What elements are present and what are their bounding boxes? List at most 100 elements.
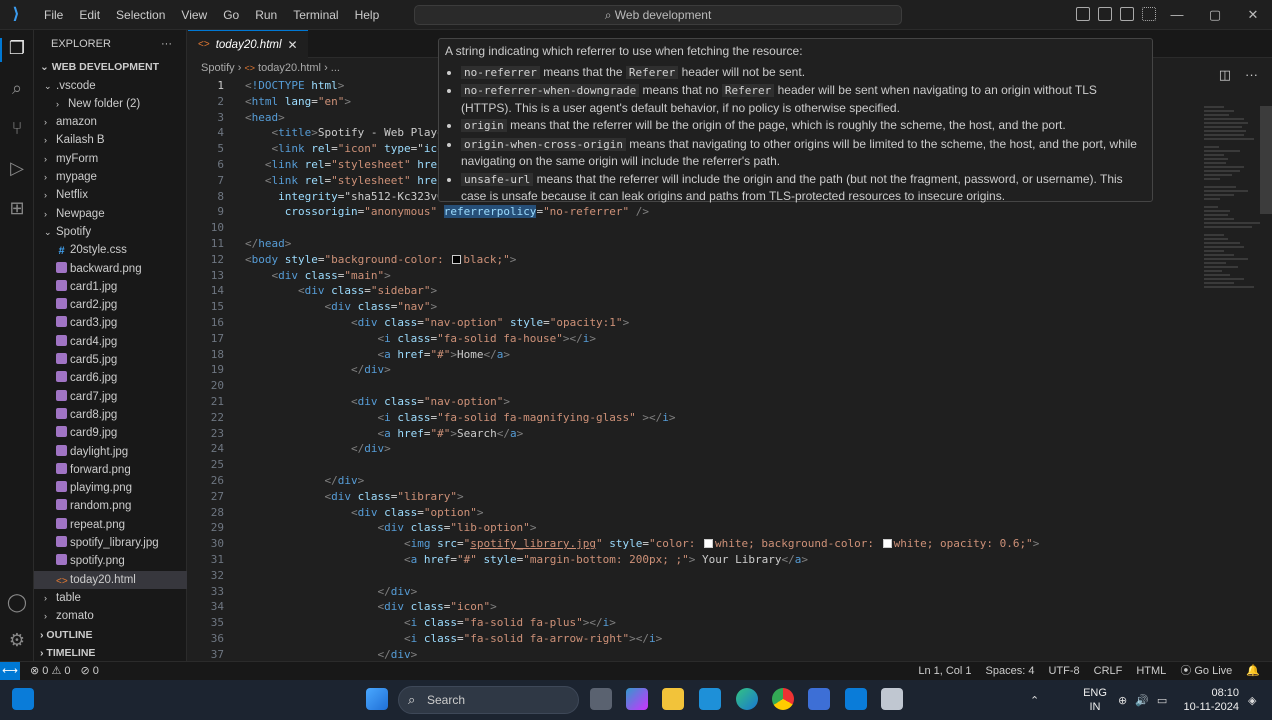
tree-folder[interactable]: ⌄ Spotify bbox=[34, 223, 187, 241]
code-line[interactable]: <div class="main"> bbox=[245, 268, 391, 284]
start-windows-icon[interactable] bbox=[366, 688, 388, 710]
menu-edit[interactable]: Edit bbox=[71, 0, 108, 30]
tree-file[interactable]: random.png bbox=[34, 497, 187, 515]
tree-folder[interactable]: › amazon bbox=[34, 113, 187, 131]
breadcrumb-folder[interactable]: Spotify bbox=[201, 62, 235, 74]
code-line[interactable]: <body style="background-color: black;"> bbox=[245, 252, 516, 268]
code-line[interactable]: <img src="spotify_library.jpg" style="co… bbox=[245, 536, 1039, 552]
code-line[interactable]: crossorigin="anonymous" referrerpolicy="… bbox=[245, 204, 649, 220]
remote-indicator-icon[interactable]: ⟷ bbox=[0, 662, 20, 681]
tray-overflow-icon[interactable]: ⌃ bbox=[1030, 680, 1039, 720]
toggle-secondary-sidebar-icon[interactable] bbox=[1120, 7, 1134, 21]
tree-file[interactable]: card4.jpg bbox=[34, 333, 187, 351]
code-line[interactable]: <head> bbox=[245, 110, 285, 126]
code-line[interactable]: <title>Spotify - Web Playe bbox=[245, 125, 444, 141]
code-line[interactable]: <div class="option"> bbox=[245, 505, 483, 521]
widgets-icon[interactable] bbox=[12, 688, 34, 710]
store-icon[interactable] bbox=[808, 688, 830, 710]
problems-indicator[interactable]: ⊗ 0 ⚠ 0 bbox=[30, 662, 71, 681]
source-control-icon[interactable]: ⑂ bbox=[5, 116, 29, 140]
code-line[interactable]: <i class="fa-solid fa-plus"></i> bbox=[245, 615, 616, 631]
timeline-section[interactable]: › TIMELINE bbox=[34, 644, 187, 662]
tree-file[interactable]: card1.jpg bbox=[34, 278, 187, 296]
split-editor-icon[interactable]: ◫ bbox=[1219, 67, 1231, 83]
close-window-icon[interactable]: ✕ bbox=[1234, 0, 1272, 30]
language-indicator[interactable]: ENG IN bbox=[1083, 686, 1107, 714]
code-line[interactable]: <a href="#">Search</a> bbox=[245, 426, 523, 442]
code-line[interactable]: <link rel="stylesheet" href bbox=[245, 173, 444, 189]
code-line[interactable]: <div class="icon"> bbox=[245, 599, 496, 615]
manage-gear-icon[interactable]: ⚙ bbox=[5, 628, 29, 652]
command-center[interactable]: ⌕ Web development bbox=[414, 5, 902, 25]
line-ending[interactable]: CRLF bbox=[1094, 662, 1123, 681]
code-line[interactable]: </head> bbox=[245, 236, 291, 252]
account-icon[interactable]: ◯ bbox=[5, 590, 29, 614]
snipping-tool-icon[interactable] bbox=[881, 688, 903, 710]
code-line[interactable]: <link rel="stylesheet" href bbox=[245, 157, 444, 173]
taskbar-search[interactable]: ⌕ Search bbox=[398, 686, 579, 714]
menu-run[interactable]: Run bbox=[247, 0, 285, 30]
menu-help[interactable]: Help bbox=[347, 0, 388, 30]
code-line[interactable]: <html lang="en"> bbox=[245, 94, 351, 110]
tree-file[interactable]: spotify.png bbox=[34, 552, 187, 570]
indentation[interactable]: Spaces: 4 bbox=[986, 662, 1035, 681]
code-line[interactable]: </div> bbox=[245, 362, 391, 378]
tree-file[interactable]: repeat.png bbox=[34, 516, 187, 534]
close-tab-icon[interactable]: ✕ bbox=[288, 31, 298, 59]
editor-scrollbar[interactable] bbox=[1260, 106, 1272, 214]
tree-folder[interactable]: ⌄ .vscode bbox=[34, 77, 187, 95]
maximize-icon[interactable]: ▢ bbox=[1196, 0, 1234, 30]
notifications-bell-icon[interactable]: 🔔 bbox=[1246, 662, 1260, 681]
code-line[interactable]: <link rel="icon" type="ico bbox=[245, 141, 444, 157]
tree-file[interactable]: card9.jpg bbox=[34, 424, 187, 442]
code-line[interactable]: <div class="library"> bbox=[245, 489, 463, 505]
tree-folder[interactable]: › New folder (2) bbox=[34, 95, 187, 113]
toggle-primary-sidebar-icon[interactable] bbox=[1076, 7, 1090, 21]
tree-file[interactable]: card6.jpg bbox=[34, 369, 187, 387]
code-line[interactable]: </div> bbox=[245, 473, 364, 489]
menu-view[interactable]: View bbox=[173, 0, 215, 30]
toggle-panel-icon[interactable] bbox=[1098, 7, 1112, 21]
breadcrumb-file[interactable]: today20.html bbox=[258, 62, 321, 74]
code-line[interactable]: <i class="fa-solid fa-house"></i> bbox=[245, 331, 596, 347]
more-actions-icon[interactable]: ··· bbox=[161, 30, 172, 58]
tree-folder[interactable]: › mypage bbox=[34, 168, 187, 186]
run-debug-icon[interactable]: ▷ bbox=[5, 156, 29, 180]
tree-file[interactable]: card5.jpg bbox=[34, 351, 187, 369]
explorer-icon[interactable]: ❐ bbox=[5, 36, 29, 60]
tree-file[interactable]: #20style.css bbox=[34, 241, 187, 259]
mail-icon[interactable] bbox=[699, 688, 721, 710]
tree-file[interactable]: card8.jpg bbox=[34, 406, 187, 424]
code-line[interactable]: integrity="sha512-Kc323vG bbox=[245, 189, 444, 205]
system-tray[interactable]: ⊕ 🔊 ▭ bbox=[1118, 680, 1167, 720]
code-line[interactable]: </div> bbox=[245, 584, 417, 600]
go-live-button[interactable]: ⦿ Go Live bbox=[1180, 662, 1232, 681]
notification-center-icon[interactable]: ◈ bbox=[1248, 680, 1256, 720]
editor-more-icon[interactable]: ··· bbox=[1245, 67, 1258, 83]
menu-go[interactable]: Go bbox=[215, 0, 247, 30]
code-line[interactable]: <div class="nav"> bbox=[245, 299, 437, 315]
cursor-position[interactable]: Ln 1, Col 1 bbox=[918, 662, 971, 681]
tree-folder[interactable]: › table bbox=[34, 589, 187, 607]
tree-file[interactable]: forward.png bbox=[34, 461, 187, 479]
code-line[interactable]: </div> bbox=[245, 441, 391, 457]
minimap[interactable] bbox=[1204, 106, 1264, 336]
encoding[interactable]: UTF-8 bbox=[1048, 662, 1079, 681]
tree-file[interactable]: <> today20.html bbox=[34, 570, 187, 589]
code-line[interactable]: <i class="fa-solid fa-arrow-right"></i> bbox=[245, 631, 662, 647]
tree-file[interactable]: backward.png bbox=[34, 260, 187, 278]
tab-today20-html[interactable]: <> today20.html ✕ bbox=[188, 30, 308, 58]
ports-indicator[interactable]: ⊘ 0 bbox=[81, 662, 99, 681]
code-line[interactable]: <!DOCTYPE html> bbox=[245, 78, 344, 94]
breadcrumb-symbol[interactable]: ... bbox=[331, 62, 340, 74]
clock[interactable]: 08:10 10-11-2024 bbox=[1183, 686, 1239, 714]
tree-folder[interactable]: › Newpage bbox=[34, 205, 187, 223]
vscode-taskbar-icon[interactable] bbox=[845, 688, 867, 710]
tree-file[interactable]: playimg.png bbox=[34, 479, 187, 497]
tree-file[interactable]: card3.jpg bbox=[34, 314, 187, 332]
customize-layout-icon[interactable] bbox=[1142, 7, 1156, 21]
tree-file[interactable]: daylight.jpg bbox=[34, 443, 187, 461]
code-line[interactable]: <div class="nav-option" style="opacity:1… bbox=[245, 315, 629, 331]
tree-folder[interactable]: › Netflix bbox=[34, 186, 187, 204]
tree-file[interactable]: card2.jpg bbox=[34, 296, 187, 314]
